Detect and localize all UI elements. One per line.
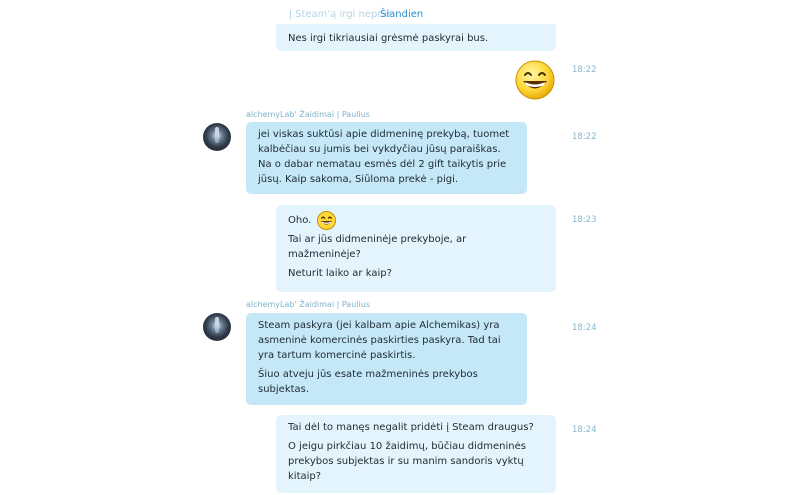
message-line: Steam paskyra (jei kalbam apie Alchemika…: [258, 320, 500, 331]
faded-previous-text: Į Steam'ą irgi neprie: [289, 9, 391, 20]
avatar[interactable]: [203, 313, 231, 341]
message-bubble-incoming: jei viskas suktūsi apie didmeninę prekyb…: [246, 122, 527, 194]
message-line: yra tartum komercinė paskirtis.: [258, 350, 416, 361]
message-line: O jeigu pirkčiau 10 žaidimų, būčiau didm…: [288, 441, 526, 452]
message-time: 18:22: [572, 132, 597, 142]
message-paragraph: O jeigu pirkčiau 10 žaidimų, būčiau didm…: [288, 439, 544, 484]
message-time: 18:22: [572, 65, 597, 75]
message-line: Tai ar jūs didmeninėje prekyboje, ar: [288, 234, 467, 245]
message-paragraph: jei viskas suktūsi apie didmeninę prekyb…: [258, 127, 515, 187]
message-line: jūsų. Kaip sakoma, Siūloma prekė - pigi.: [258, 174, 459, 185]
message-line: Tai dėl to manęs negalit pridėti į Steam…: [288, 422, 534, 433]
message-line: Šiuo atveju jūs esate mažmeninės prekybo…: [258, 369, 478, 380]
message-bubble-outgoing: Nes irgi tikriausiai grėsmė paskyrai bus…: [276, 24, 556, 51]
message-line: asmeninė komercinės paskirties paskyra. …: [258, 335, 501, 346]
message-bubble-outgoing: Tai dėl to manęs negalit pridėti į Steam…: [276, 415, 556, 493]
message-paragraph: Tai ar jūs didmeninėje prekyboje, ar maž…: [288, 232, 544, 262]
message-line: mažmeninėje?: [288, 249, 361, 260]
grinning-smiley-icon: [515, 60, 555, 100]
message-bubble-outgoing: Oho. Tai ar jūs didmeninėje prekyboje, a…: [276, 205, 556, 292]
message-line: prekybos subjektas ir su manim sandoris …: [288, 456, 524, 467]
message-text: Oho.: [288, 215, 312, 226]
avatar[interactable]: [203, 123, 231, 151]
message-text: Nes irgi tikriausiai grėsmė paskyrai bus…: [288, 33, 489, 44]
message-time: 18:23: [572, 215, 597, 225]
date-divider: Šiandien: [380, 9, 424, 20]
message-paragraph: Oho.: [288, 210, 544, 232]
message-bubble-incoming: Steam paskyra (jei kalbam apie Alchemika…: [246, 313, 527, 405]
message-line: kitaip?: [288, 471, 322, 482]
message-paragraph: Steam paskyra (jei kalbam apie Alchemika…: [258, 318, 515, 363]
message-paragraph: Neturit laiko ar kaip?: [288, 266, 544, 281]
sender-name: alchemyLab' Žaidimai | Paulius: [246, 110, 370, 119]
message-line: Neturit laiko ar kaip?: [288, 268, 392, 279]
message-line: Na o dabar nematau esmės dėl 2 gift taik…: [258, 159, 507, 170]
message-paragraph: Šiuo atveju jūs esate mažmeninės prekybo…: [258, 367, 515, 397]
message-time: 18:24: [572, 323, 597, 333]
sender-name: alchemyLab' Žaidimai | Paulius: [246, 300, 370, 309]
grinning-smiley-icon: [316, 210, 336, 230]
message-paragraph: Tai dėl to manęs negalit pridėti į Steam…: [288, 420, 544, 435]
message-time: 18:24: [572, 425, 597, 435]
message-line: jei viskas suktūsi apie didmeninę prekyb…: [258, 129, 510, 140]
message-line: kalbėčiau su jumis bei vykdyčiau jūsų pa…: [258, 144, 501, 155]
message-line: subjektas.: [258, 384, 310, 395]
